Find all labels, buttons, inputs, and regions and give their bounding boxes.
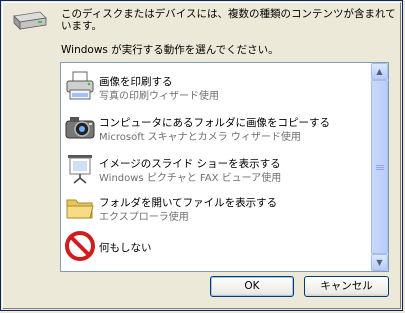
action-slideshow[interactable]: イメージのスライド ショーを表示する Windows ピクチャと FAX ビュー… bbox=[61, 149, 371, 187]
folder-icon bbox=[66, 199, 94, 219]
no-action-icon bbox=[65, 231, 95, 261]
action-print-pictures[interactable]: 画像を印刷する 写真の印刷ウィザード使用 bbox=[61, 67, 371, 105]
printer-icon bbox=[66, 71, 94, 100]
thumb-grip bbox=[376, 167, 384, 168]
scroll-thumb[interactable] bbox=[371, 80, 388, 254]
scroll-down-button[interactable]: ▼ bbox=[371, 254, 388, 271]
action-subtitle: Windows ピクチャと FAX ビューア使用 bbox=[99, 173, 282, 184]
thumb-grip bbox=[376, 165, 384, 166]
vertical-scrollbar[interactable]: ▲ ▼ bbox=[371, 63, 388, 271]
action-do-nothing[interactable]: 何もしない bbox=[61, 227, 371, 265]
intro-text: このディスクまたはデバイスには、複数の種類のコンテンツが含まれています。 bbox=[61, 8, 396, 32]
camera-icon bbox=[65, 117, 95, 139]
drive-icon bbox=[13, 11, 47, 30]
prompt-text: Windows が実行する動作を選んでください。 bbox=[61, 44, 279, 56]
action-subtitle: エクスプローラ使用 bbox=[99, 212, 189, 223]
action-open-folder[interactable]: フォルダを開いてファイルを表示する エクスプローラ使用 bbox=[61, 188, 371, 226]
action-list[interactable]: 画像を印刷する 写真の印刷ウィザード使用 コンピュータにあるフォルダに画像をコピ… bbox=[60, 62, 389, 272]
scroll-up-button[interactable]: ▲ bbox=[371, 63, 388, 80]
action-subtitle: 写真の印刷ウィザード使用 bbox=[99, 91, 219, 102]
action-copy-pictures[interactable]: コンピュータにあるフォルダに画像をコピーする Microsoft スキャナとカメ… bbox=[61, 108, 371, 146]
cancel-button[interactable]: キャンセル bbox=[304, 276, 389, 297]
thumb-grip bbox=[376, 169, 384, 170]
action-subtitle: Microsoft スキャナとカメラ ウィザード使用 bbox=[99, 132, 301, 143]
projector-screen-icon bbox=[68, 155, 92, 184]
action-title: 何もしない bbox=[99, 242, 152, 254]
ok-button[interactable]: OK bbox=[210, 276, 294, 297]
